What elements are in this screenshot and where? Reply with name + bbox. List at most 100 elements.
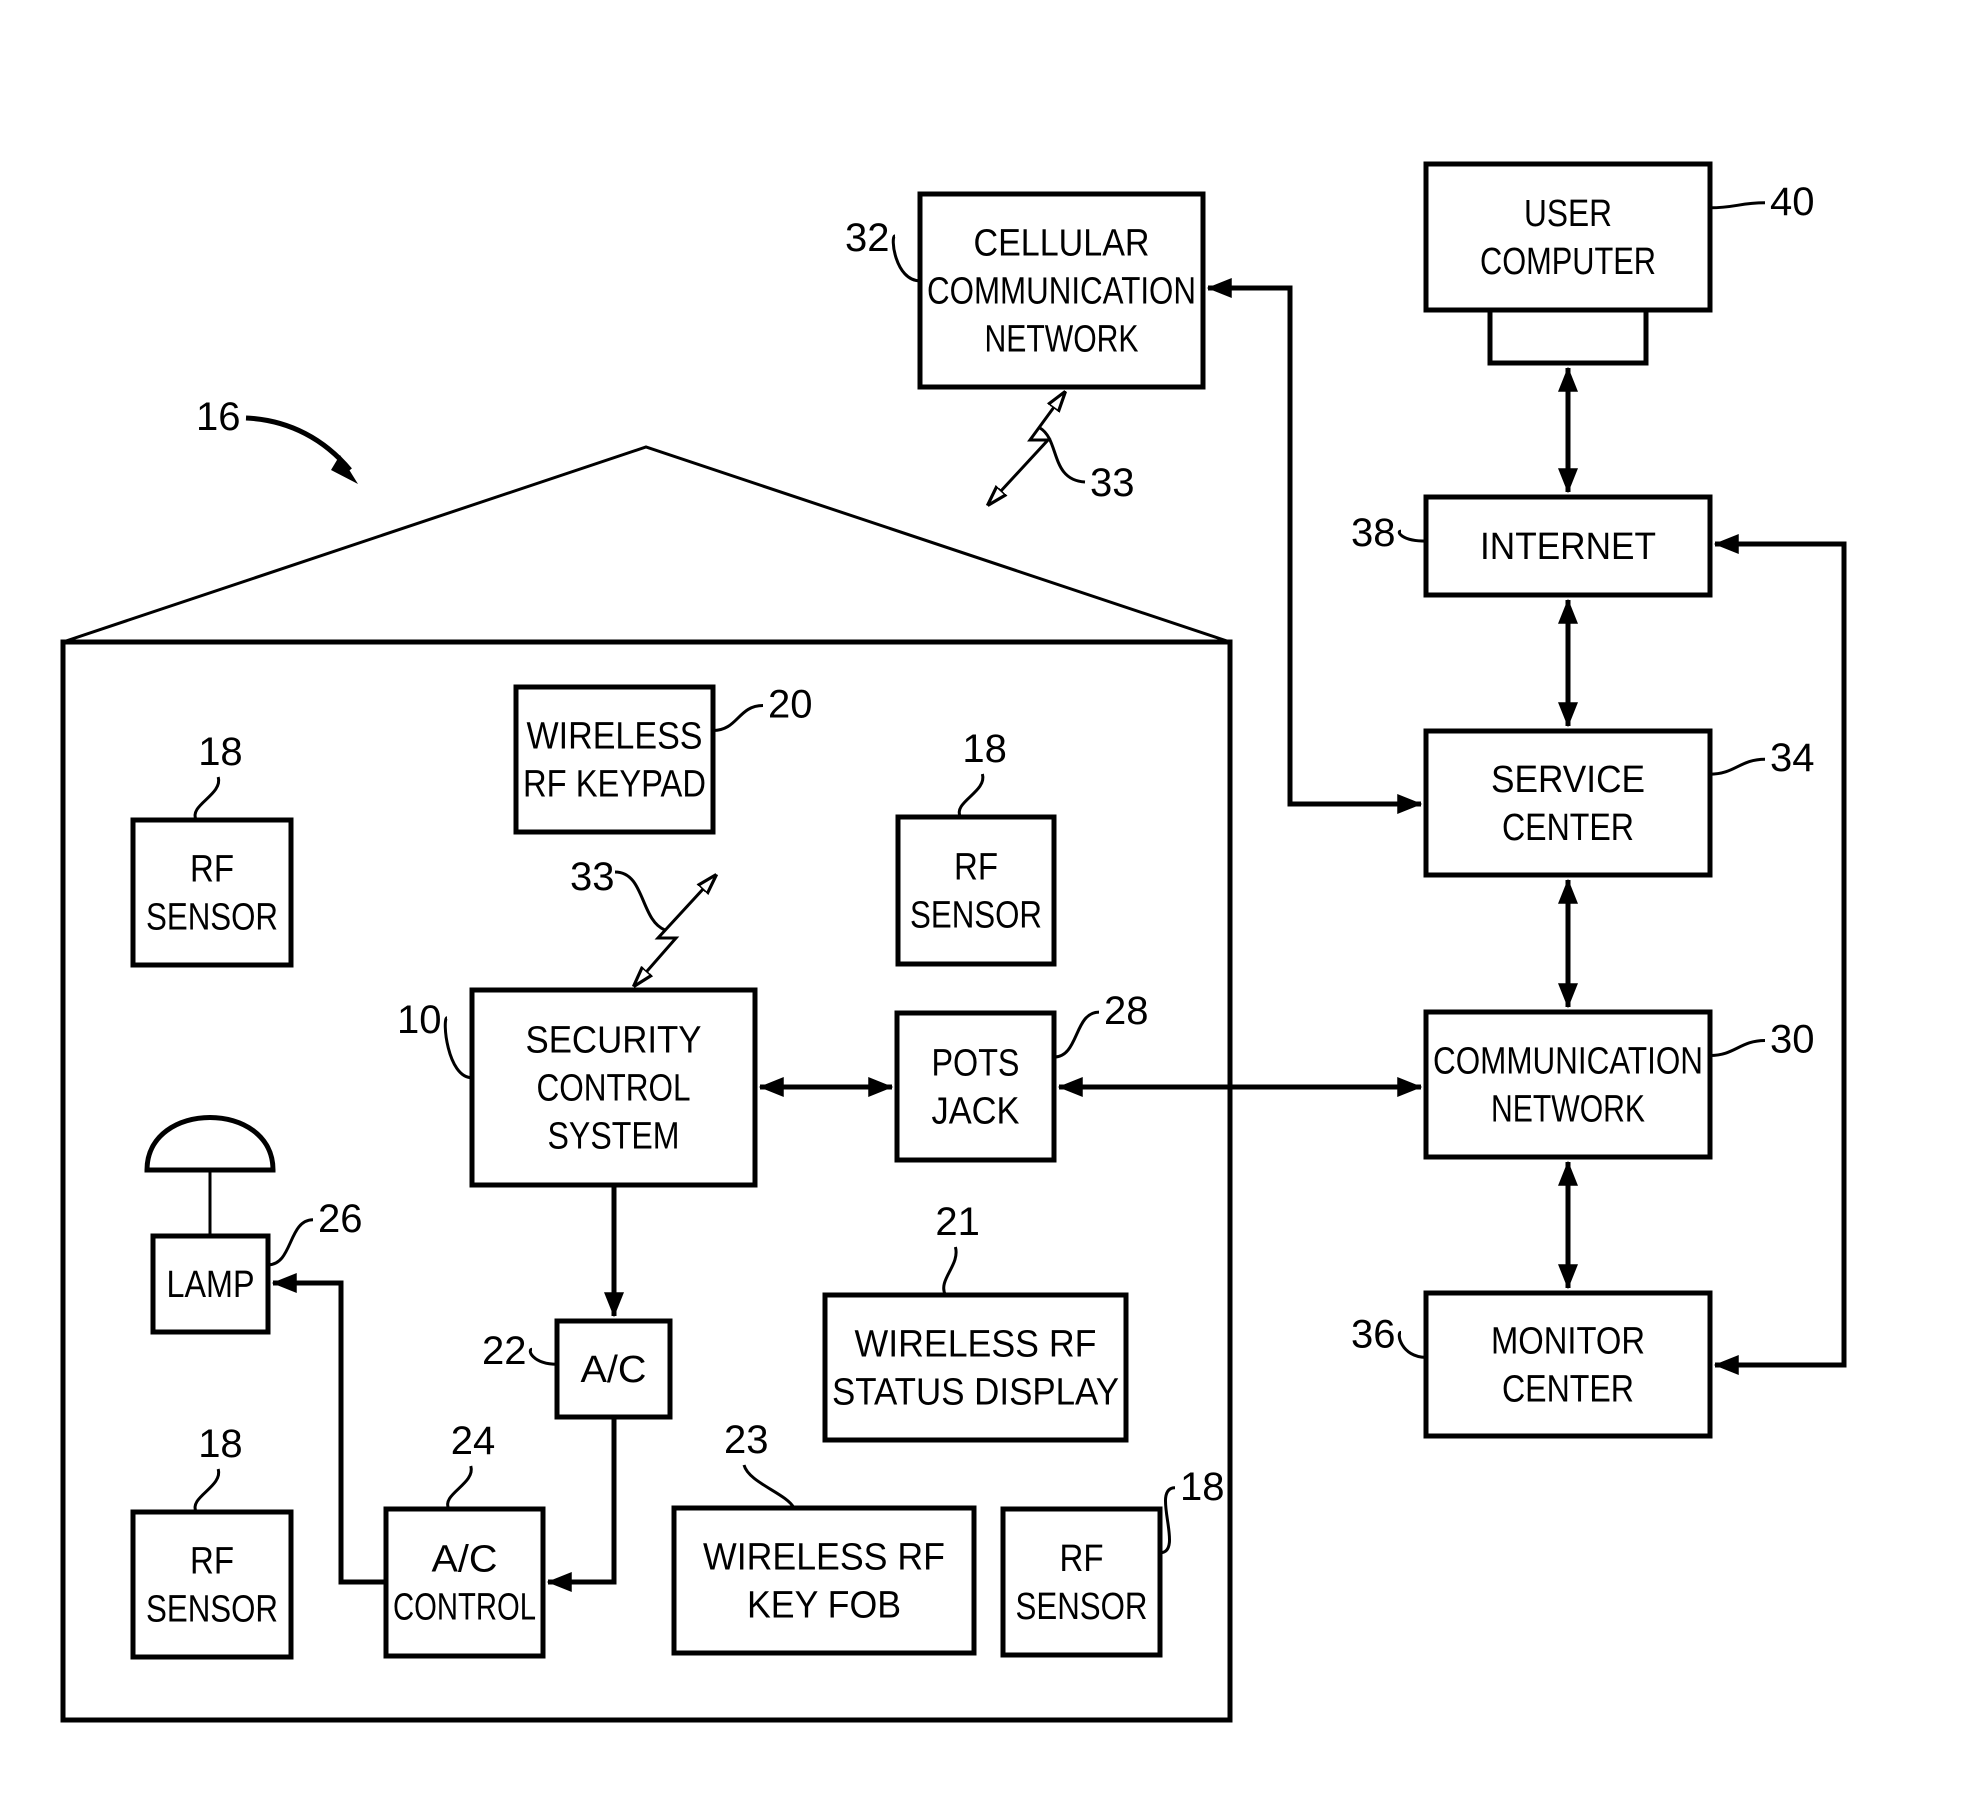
wireless-ref-cellular: 33: [1090, 461, 1135, 505]
key-fob-ref-leader: [742, 1464, 796, 1509]
cellular-network-block: CELLULAR COMMUNICATION NETWORK 32: [845, 191, 1206, 390]
rf-sensor-bottom-right-label-line: RF: [1060, 1538, 1104, 1580]
pots-jack-box: [894, 1010, 1057, 1163]
status-display-ref-number: 21: [935, 1200, 980, 1244]
rf-sensor-top-right-box: [895, 814, 1057, 967]
user-computer-label-line: USER: [1524, 193, 1612, 235]
ac-ref-leader: [528, 1347, 558, 1366]
wireless-keypad-box: [513, 684, 716, 835]
internet-ref-leader: [1397, 529, 1427, 543]
status-display-block: WIRELESS RF STATUS DISPLAY 21: [822, 1200, 1129, 1443]
house-ref-arrowhead: [331, 455, 358, 484]
block-diagram: 16 33 33 USERCOMPUTER40INTERNET38SERVICE…: [60, 161, 1847, 1723]
wireless-keypad-ref-leader: [712, 704, 764, 732]
ac-control-ref-leader: [446, 1465, 473, 1510]
rf-sensor-bottom-left-ref-leader: [193, 1468, 220, 1513]
security-control-system-ref-number: 10: [397, 998, 442, 1042]
communication-network-ref-number: 30: [1770, 1018, 1815, 1062]
communication-network-box: [1423, 1009, 1713, 1160]
monitor-center-ref-number: 36: [1351, 1312, 1396, 1356]
security-control-system-ref-leader: [443, 1016, 473, 1080]
ac-label-line: A/C: [581, 1349, 647, 1391]
rf-sensor-top-left-box: [130, 817, 294, 968]
security-control-system-label-line: SECURITY: [526, 1020, 702, 1062]
cellular-network-label-line: CELLULAR: [974, 223, 1150, 265]
link-ac-accontrol: [546, 1417, 617, 1592]
security-control-system-label-line: SYSTEM: [548, 1116, 680, 1158]
monitor-center-label-line: MONITOR: [1491, 1321, 1645, 1363]
internet-label-line: INTERNET: [1480, 526, 1656, 568]
cellular-network-ref-leader: [891, 234, 921, 283]
service-center-label-line: SERVICE: [1491, 759, 1645, 801]
house-ref-arrow: [245, 415, 352, 472]
lamp-shade-icon: [144, 1115, 276, 1173]
ac-control-label-line: CONTROL: [393, 1587, 536, 1629]
rf-sensor-top-left-ref-number: 18: [198, 730, 243, 774]
wireless-keypad-label-line: RF KEYPAD: [523, 764, 706, 806]
pots-jack-label-line: JACK: [932, 1091, 1020, 1133]
key-fob-block: WIRELESS RF KEY FOB 23: [671, 1418, 977, 1656]
rf-sensor-top-right-ref-leader: [957, 773, 985, 818]
communication-network-block: COMMUNICATION NETWORK 30: [1423, 1009, 1815, 1160]
rf-sensor-bottom-right-label-line: SENSOR: [1016, 1586, 1148, 1628]
status-display-ref-leader: [942, 1246, 958, 1296]
communication-network-label-line: COMMUNICATION: [1433, 1041, 1703, 1083]
rf-sensor-bottom-left-ref-number: 18: [198, 1422, 243, 1466]
cellular-network-label-line: NETWORK: [985, 319, 1139, 361]
rf-sensor-top-right-ref-number: 18: [962, 727, 1007, 771]
service-center-ref-leader: [1709, 757, 1766, 776]
status-display-box: [822, 1292, 1129, 1443]
rf-sensor-top-left-label-line: SENSOR: [146, 897, 278, 939]
status-display-label-line: WIRELESS RF: [855, 1324, 1097, 1366]
key-fob-label-line: KEY FOB: [747, 1585, 901, 1627]
wireless-ref-leader-cellular: [1039, 426, 1086, 484]
internet-ref-number: 38: [1351, 511, 1396, 555]
user-computer-ref-leader: [1709, 201, 1766, 210]
rf-sensor-top-left-label-line: RF: [190, 849, 234, 891]
monitor-center-ref-leader: [1397, 1330, 1427, 1359]
wireless-keypad-label-line: WIRELESS: [527, 716, 703, 758]
link-internet-monitor: [1713, 534, 1847, 1375]
rf-sensor-bottom-right-box: [1000, 1506, 1163, 1658]
security-control-system-block: SECURITY CONTROL SYSTEM 10: [397, 987, 758, 1188]
status-display-label-line: STATUS DISPLAY: [832, 1372, 1119, 1414]
communication-network-ref-leader: [1709, 1039, 1766, 1057]
pots-jack-ref-number: 28: [1104, 989, 1149, 1033]
ac-control-label-line: A/C: [432, 1539, 498, 1581]
rf-sensor-top-left-ref-leader: [193, 776, 220, 821]
key-fob-ref-number: 23: [724, 1418, 769, 1462]
monitor-center-block: MONITOR CENTER 36: [1351, 1290, 1713, 1439]
lamp-label-line: LAMP: [167, 1264, 255, 1306]
rf-sensor-bottom-left-box: [130, 1509, 294, 1660]
service-center-label-line: CENTER: [1502, 807, 1634, 849]
ac-control-box: [383, 1506, 546, 1659]
ac-control-block: A/C CONTROL 24: [383, 1419, 546, 1659]
rf-sensor-bottom-left-block: RF SENSOR 18: [130, 1422, 294, 1660]
cellular-network-ref-number: 32: [845, 216, 890, 260]
ac-block: A/C 22: [482, 1318, 673, 1420]
lamp-block: LAMP 26: [150, 1197, 363, 1335]
user-computer-label-line: COMPUTER: [1480, 241, 1656, 283]
lamp-ref-leader: [267, 1218, 314, 1267]
key-fob-label-line: WIRELESS RF: [703, 1537, 945, 1579]
monitor-center-box: [1423, 1290, 1713, 1439]
user-computer-ref-number: 40: [1770, 180, 1815, 224]
cellular-network-label-line: COMMUNICATION: [927, 271, 1196, 313]
service-center-ref-number: 34: [1770, 736, 1815, 780]
house-ref: 16: [196, 395, 241, 439]
wireless-link-security: [634, 875, 716, 986]
ac-control-ref-number: 24: [451, 1419, 496, 1463]
monitor-center-label-line: CENTER: [1502, 1369, 1634, 1411]
pots-jack-label-line: POTS: [932, 1043, 1020, 1085]
service-center-box: [1423, 728, 1713, 878]
wireless-ref-security: 33: [570, 855, 615, 899]
rf-sensor-top-right-label-line: RF: [954, 847, 998, 889]
internet-block: INTERNET 38: [1351, 494, 1713, 598]
rf-sensor-bottom-right-ref-number: 18: [1180, 1465, 1225, 1509]
service-center-block: SERVICE CENTER 34: [1423, 728, 1815, 878]
wireless-keypad-ref-number: 20: [768, 683, 813, 727]
pots-jack-block: POTS JACK 28: [894, 989, 1149, 1163]
rf-sensor-top-left-block: RF SENSOR 18: [130, 730, 294, 968]
security-control-system-label-line: CONTROL: [537, 1068, 691, 1110]
pots-jack-ref-leader: [1053, 1010, 1100, 1059]
